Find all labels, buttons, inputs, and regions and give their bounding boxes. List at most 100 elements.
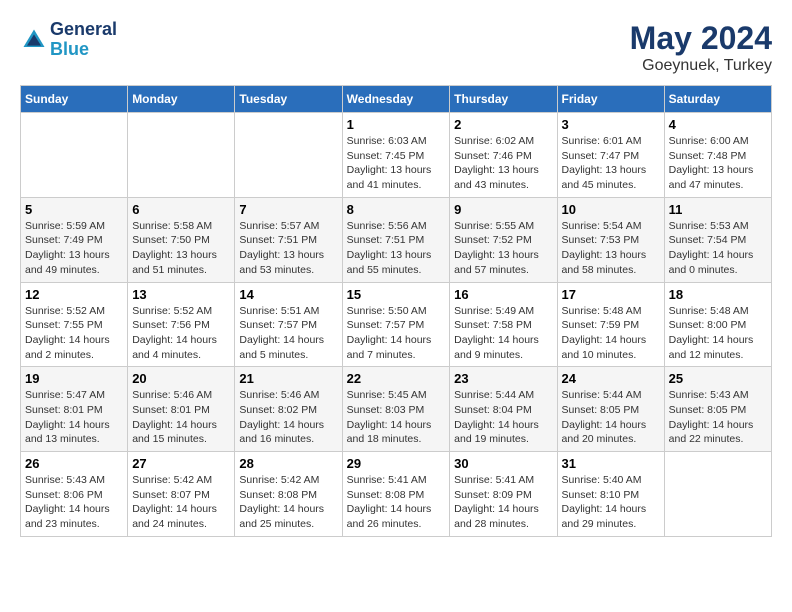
day-info: Sunrise: 5:40 AM Sunset: 8:10 PM Dayligh…: [562, 473, 660, 532]
logo-text: GeneralBlue: [50, 20, 117, 60]
day-info: Sunrise: 5:56 AM Sunset: 7:51 PM Dayligh…: [347, 219, 446, 278]
day-number: 11: [669, 202, 767, 217]
calendar-cell: 13Sunrise: 5:52 AM Sunset: 7:56 PM Dayli…: [128, 282, 235, 367]
calendar-cell: 15 Sunrise: 5:50 AM Sunset: 7:57 PM Dayli…: [342, 282, 450, 367]
calendar-cell: 16Sunrise: 5:49 AM Sunset: 7:58 PM Dayli…: [450, 282, 557, 367]
calendar-cell: 29 Sunrise: 5:41 AM Sunset: 8:08 PM Dayli…: [342, 452, 450, 537]
weekday-header-wednesday: Wednesday: [342, 86, 450, 113]
weekday-header-monday: Monday: [128, 86, 235, 113]
day-number: 8: [347, 202, 446, 217]
day-info: Sunrise: 5:43 AM Sunset: 8:05 PM Dayligh…: [669, 388, 767, 447]
calendar-cell: 4 Sunrise: 6:00 AM Sunset: 7:48 PM Daylig…: [664, 113, 771, 198]
day-info: Sunrise: 5:47 AM Sunset: 8:01 PM Dayligh…: [25, 388, 123, 447]
week-row-3: 12 Sunrise: 5:52 AM Sunset: 7:55 PM Dayli…: [21, 282, 772, 367]
weekday-header-thursday: Thursday: [450, 86, 557, 113]
weekday-header-sunday: Sunday: [21, 86, 128, 113]
calendar-cell: 22 Sunrise: 5:45 AM Sunset: 8:03 PM Dayli…: [342, 367, 450, 452]
day-info: Sunrise: 5:55 AM Sunset: 7:52 PM Dayligh…: [454, 219, 552, 278]
calendar-cell: 3 Sunrise: 6:01 AM Sunset: 7:47 PM Daylig…: [557, 113, 664, 198]
day-info: Sunrise: 5:48 AM Sunset: 8:00 PM Dayligh…: [669, 304, 767, 363]
day-info: Sunrise: 5:50 AM Sunset: 7:57 PM Dayligh…: [347, 304, 446, 363]
calendar-cell: 7Sunrise: 5:57 AM Sunset: 7:51 PM Daylig…: [235, 197, 342, 282]
day-info: Sunrise: 6:00 AM Sunset: 7:48 PM Dayligh…: [669, 134, 767, 193]
weekday-header-friday: Friday: [557, 86, 664, 113]
day-info: Sunrise: 5:44 AM Sunset: 8:04 PM Dayligh…: [454, 388, 552, 447]
day-number: 19: [25, 371, 123, 386]
month-title: May 2024: [630, 20, 772, 57]
calendar-cell: 6 Sunrise: 5:58 AM Sunset: 7:50 PM Daylig…: [128, 197, 235, 282]
location-title: Goeynuek, Turkey: [630, 57, 772, 75]
calendar-table: SundayMondayTuesdayWednesdayThursdayFrid…: [20, 85, 772, 537]
day-number: 21: [239, 371, 337, 386]
day-number: 5: [25, 202, 123, 217]
calendar-cell: 9 Sunrise: 5:55 AM Sunset: 7:52 PM Daylig…: [450, 197, 557, 282]
day-info: Sunrise: 5:43 AM Sunset: 8:06 PM Dayligh…: [25, 473, 123, 532]
day-info: Sunrise: 5:52 AM Sunset: 7:56 PM Dayligh…: [132, 304, 230, 363]
day-info: Sunrise: 5:41 AM Sunset: 8:09 PM Dayligh…: [454, 473, 552, 532]
day-info: Sunrise: 5:48 AM Sunset: 7:59 PM Dayligh…: [562, 304, 660, 363]
day-number: 9: [454, 202, 552, 217]
logo: GeneralBlue: [20, 20, 117, 60]
day-info: Sunrise: 6:03 AM Sunset: 7:45 PM Dayligh…: [347, 134, 446, 193]
day-number: 25: [669, 371, 767, 386]
day-number: 26: [25, 456, 123, 471]
calendar-cell: [21, 113, 128, 198]
calendar-cell: 26 Sunrise: 5:43 AM Sunset: 8:06 PM Dayli…: [21, 452, 128, 537]
calendar-cell: 27 Sunrise: 5:42 AM Sunset: 8:07 PM Dayli…: [128, 452, 235, 537]
day-info: Sunrise: 5:42 AM Sunset: 8:07 PM Dayligh…: [132, 473, 230, 532]
day-info: Sunrise: 5:49 AM Sunset: 7:58 PM Dayligh…: [454, 304, 552, 363]
day-number: 1: [347, 117, 446, 132]
day-info: Sunrise: 6:02 AM Sunset: 7:46 PM Dayligh…: [454, 134, 552, 193]
calendar-cell: 28Sunrise: 5:42 AM Sunset: 8:08 PM Dayli…: [235, 452, 342, 537]
calendar-cell: 21Sunrise: 5:46 AM Sunset: 8:02 PM Dayli…: [235, 367, 342, 452]
calendar-cell: 19 Sunrise: 5:47 AM Sunset: 8:01 PM Dayli…: [21, 367, 128, 452]
calendar-cell: 30 Sunrise: 5:41 AM Sunset: 8:09 PM Dayli…: [450, 452, 557, 537]
day-number: 10: [562, 202, 660, 217]
day-number: 17: [562, 287, 660, 302]
day-info: Sunrise: 6:01 AM Sunset: 7:47 PM Dayligh…: [562, 134, 660, 193]
day-info: Sunrise: 5:51 AM Sunset: 7:57 PM Dayligh…: [239, 304, 337, 363]
day-number: 6: [132, 202, 230, 217]
calendar-cell: 14Sunrise: 5:51 AM Sunset: 7:57 PM Dayli…: [235, 282, 342, 367]
day-number: 12: [25, 287, 123, 302]
weekday-header-saturday: Saturday: [664, 86, 771, 113]
calendar-cell: 10Sunrise: 5:54 AM Sunset: 7:53 PM Dayli…: [557, 197, 664, 282]
day-number: 2: [454, 117, 552, 132]
day-number: 18: [669, 287, 767, 302]
day-number: 29: [347, 456, 446, 471]
day-info: Sunrise: 5:46 AM Sunset: 8:01 PM Dayligh…: [132, 388, 230, 447]
day-info: Sunrise: 5:42 AM Sunset: 8:08 PM Dayligh…: [239, 473, 337, 532]
day-info: Sunrise: 5:52 AM Sunset: 7:55 PM Dayligh…: [25, 304, 123, 363]
day-info: Sunrise: 5:58 AM Sunset: 7:50 PM Dayligh…: [132, 219, 230, 278]
day-number: 3: [562, 117, 660, 132]
day-number: 30: [454, 456, 552, 471]
week-row-4: 19 Sunrise: 5:47 AM Sunset: 8:01 PM Dayli…: [21, 367, 772, 452]
day-number: 23: [454, 371, 552, 386]
day-number: 20: [132, 371, 230, 386]
calendar-cell: 23 Sunrise: 5:44 AM Sunset: 8:04 PM Dayli…: [450, 367, 557, 452]
day-number: 7: [239, 202, 337, 217]
calendar-cell: 18 Sunrise: 5:48 AM Sunset: 8:00 PM Dayli…: [664, 282, 771, 367]
day-info: Sunrise: 5:53 AM Sunset: 7:54 PM Dayligh…: [669, 219, 767, 278]
day-info: Sunrise: 5:41 AM Sunset: 8:08 PM Dayligh…: [347, 473, 446, 532]
logo-icon: [20, 26, 48, 54]
title-block: May 2024 Goeynuek, Turkey: [630, 20, 772, 75]
page-header: GeneralBlue May 2024 Goeynuek, Turkey: [20, 20, 772, 75]
day-info: Sunrise: 5:59 AM Sunset: 7:49 PM Dayligh…: [25, 219, 123, 278]
calendar-cell: 12 Sunrise: 5:52 AM Sunset: 7:55 PM Dayli…: [21, 282, 128, 367]
calendar-cell: 11 Sunrise: 5:53 AM Sunset: 7:54 PM Dayli…: [664, 197, 771, 282]
calendar-cell: [664, 452, 771, 537]
day-number: 27: [132, 456, 230, 471]
day-number: 24: [562, 371, 660, 386]
calendar-cell: 5 Sunrise: 5:59 AM Sunset: 7:49 PM Daylig…: [21, 197, 128, 282]
calendar-cell: [128, 113, 235, 198]
day-number: 15: [347, 287, 446, 302]
weekday-header-row: SundayMondayTuesdayWednesdayThursdayFrid…: [21, 86, 772, 113]
weekday-header-tuesday: Tuesday: [235, 86, 342, 113]
calendar-cell: 31Sunrise: 5:40 AM Sunset: 8:10 PM Dayli…: [557, 452, 664, 537]
day-number: 22: [347, 371, 446, 386]
calendar-cell: 1 Sunrise: 6:03 AM Sunset: 7:45 PM Daylig…: [342, 113, 450, 198]
day-info: Sunrise: 5:45 AM Sunset: 8:03 PM Dayligh…: [347, 388, 446, 447]
calendar-cell: [235, 113, 342, 198]
day-number: 4: [669, 117, 767, 132]
